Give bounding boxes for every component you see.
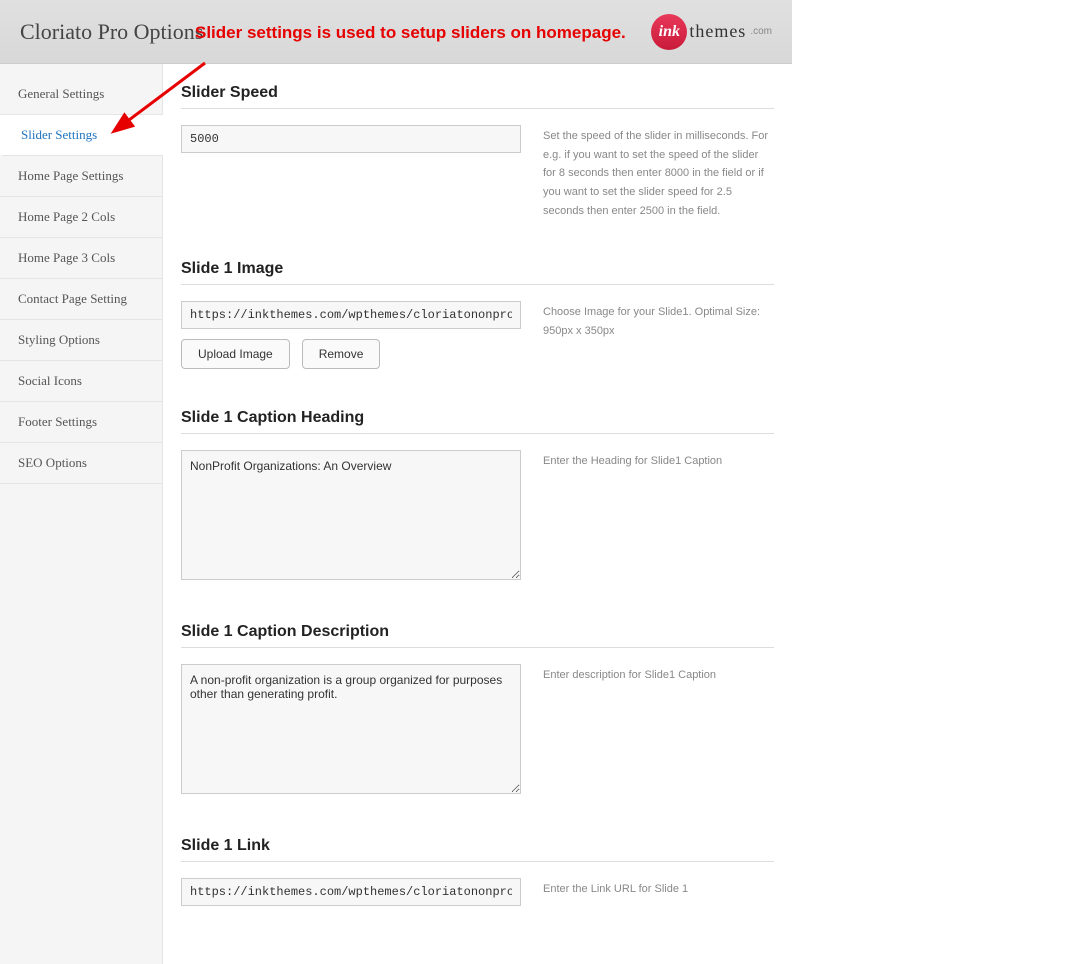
slide1-link-input[interactable] (181, 878, 521, 906)
upload-image-button[interactable]: Upload Image (181, 339, 290, 369)
content-panel: Slider Speed Set the speed of the slider… (163, 64, 792, 964)
slider-speed-help: Set the speed of the slider in milliseco… (543, 125, 774, 220)
slide1-desc-help: Enter description for Slide1 Caption (543, 664, 774, 685)
sidebar-item-home-page-3-cols[interactable]: Home Page 3 Cols (0, 238, 162, 279)
slide1-image-help: Choose Image for your Slide1. Optimal Si… (543, 301, 774, 340)
sidebar-item-home-page-2-cols[interactable]: Home Page 2 Cols (0, 197, 162, 238)
slide1-heading-textarea[interactable]: NonProfit Organizations: An Overview (181, 450, 521, 580)
slide1-link-help: Enter the Link URL for Slide 1 (543, 878, 774, 899)
sidebar-item-styling-options[interactable]: Styling Options (0, 320, 162, 361)
slide1-image-input[interactable] (181, 301, 521, 329)
section-title-slide1-image: Slide 1 Image (181, 260, 774, 285)
sidebar-item-seo-options[interactable]: SEO Options (0, 443, 162, 484)
sidebar-item-social-icons[interactable]: Social Icons (0, 361, 162, 402)
sidebar-item-home-page-settings[interactable]: Home Page Settings (0, 156, 162, 197)
section-title-slide1-desc: Slide 1 Caption Description (181, 623, 774, 648)
header-bar: Cloriato Pro Options ink themes .com (0, 0, 792, 64)
sidebar-item-contact-page-setting[interactable]: Contact Page Setting (0, 279, 162, 320)
section-title-slide1-heading: Slide 1 Caption Heading (181, 409, 774, 434)
slide1-desc-textarea[interactable]: A non-profit organization is a group org… (181, 664, 521, 794)
logo-suffix: .com (750, 26, 772, 37)
logo: ink themes .com (651, 14, 772, 50)
slider-speed-input[interactable] (181, 125, 521, 153)
section-title-slide1-link: Slide 1 Link (181, 837, 774, 862)
sidebar-item-slider-settings[interactable]: Slider Settings (0, 115, 163, 156)
sidebar: General Settings Slider Settings Home Pa… (0, 64, 163, 964)
logo-text: themes (689, 21, 746, 42)
section-title-slider-speed: Slider Speed (181, 84, 774, 109)
sidebar-item-general-settings[interactable]: General Settings (0, 74, 162, 115)
remove-image-button[interactable]: Remove (302, 339, 381, 369)
logo-circle-icon: ink (651, 14, 687, 50)
page-title: Cloriato Pro Options (20, 19, 203, 45)
slide1-heading-help: Enter the Heading for Slide1 Caption (543, 450, 774, 471)
sidebar-item-footer-settings[interactable]: Footer Settings (0, 402, 162, 443)
